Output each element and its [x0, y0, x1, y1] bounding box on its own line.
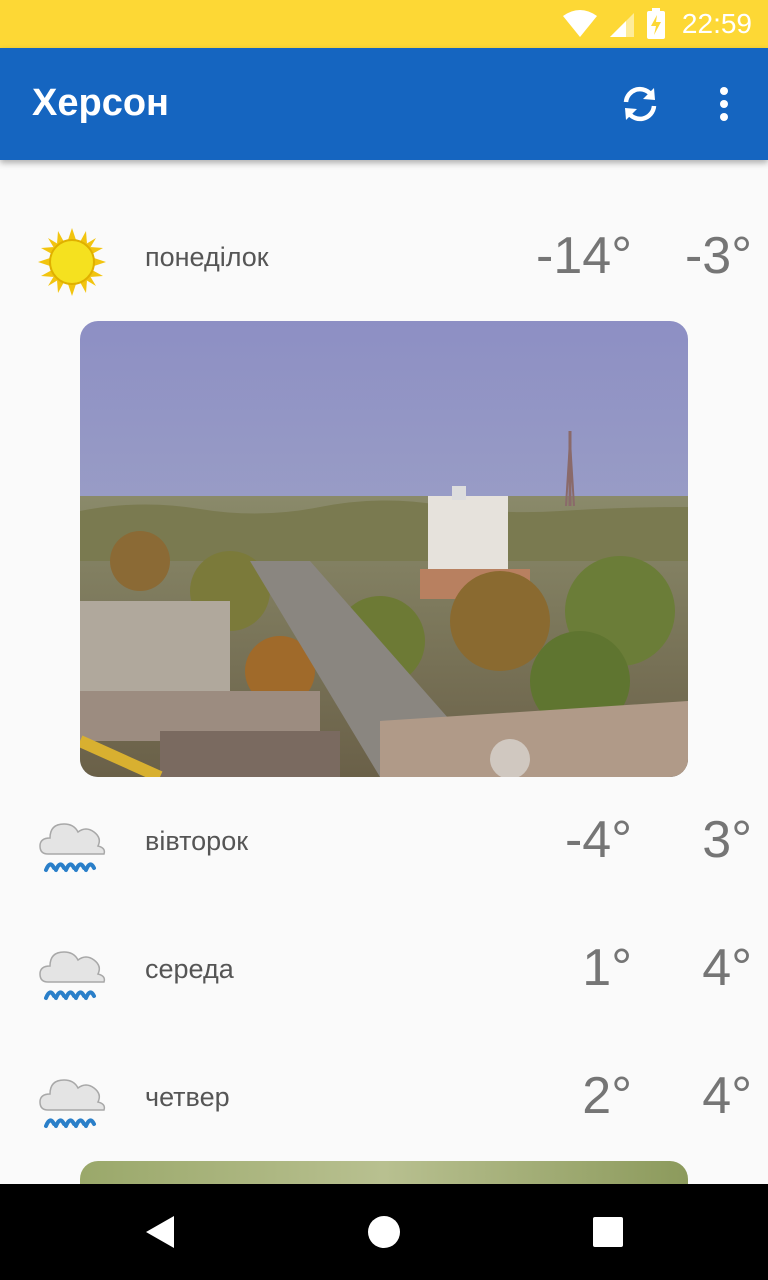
cell-signal-icon — [609, 13, 634, 37]
battery-charging-icon — [646, 8, 665, 39]
temp-min: 2° — [582, 1067, 632, 1125]
wifi-icon — [562, 10, 597, 37]
forecast-row[interactable]: середа 1° 4° — [0, 920, 768, 1020]
day-label: середа — [145, 954, 234, 984]
day-label: понеділок — [145, 242, 269, 272]
status-icons: 22:59 — [562, 0, 752, 48]
forecast-list: понеділок -14° -3° вівторок -4° 3° серед… — [0, 160, 768, 1184]
day-label: вівторок — [145, 826, 249, 856]
rain-cloud-icon — [39, 951, 106, 1000]
forecast-row[interactable]: четвер 2° 4° — [0, 1048, 768, 1148]
rain-cloud-icon — [39, 823, 106, 872]
screen: 22:59 Херсон понеділок -14° -3° вівторок… — [0, 0, 768, 1280]
temp-min: -14° — [536, 227, 632, 285]
home-icon — [368, 1216, 400, 1248]
rain-cloud-icon — [39, 1079, 106, 1128]
city-photo-2 — [80, 1161, 688, 1184]
temp-max: 4° — [702, 1067, 752, 1125]
status-bar: 22:59 — [0, 0, 768, 48]
refresh-icon — [623, 86, 657, 122]
sun-icon — [38, 228, 106, 296]
more-vert-icon — [720, 87, 728, 121]
recents-icon — [593, 1217, 623, 1247]
home-button[interactable] — [360, 1208, 408, 1256]
back-icon — [146, 1216, 174, 1248]
overflow-menu-button[interactable] — [700, 78, 748, 130]
status-time: 22:59 — [681, 8, 752, 39]
temp-max: 3° — [702, 811, 752, 869]
city-photo — [80, 321, 688, 777]
day-label: четвер — [145, 1082, 230, 1112]
forecast-row[interactable]: вівторок -4° 3° — [0, 792, 768, 892]
forecast-row[interactable]: понеділок -14° -3° — [0, 208, 768, 308]
temp-max: -3° — [684, 227, 752, 285]
refresh-button[interactable] — [612, 78, 668, 130]
temp-max: 4° — [702, 939, 752, 997]
navigation-bar — [0, 1184, 768, 1280]
back-button[interactable] — [136, 1208, 184, 1256]
temp-min: 1° — [582, 939, 632, 997]
temp-min: -4° — [564, 811, 632, 869]
recents-button[interactable] — [584, 1208, 632, 1256]
app-bar: Херсон — [0, 48, 768, 160]
page-title: Херсон — [32, 82, 169, 124]
